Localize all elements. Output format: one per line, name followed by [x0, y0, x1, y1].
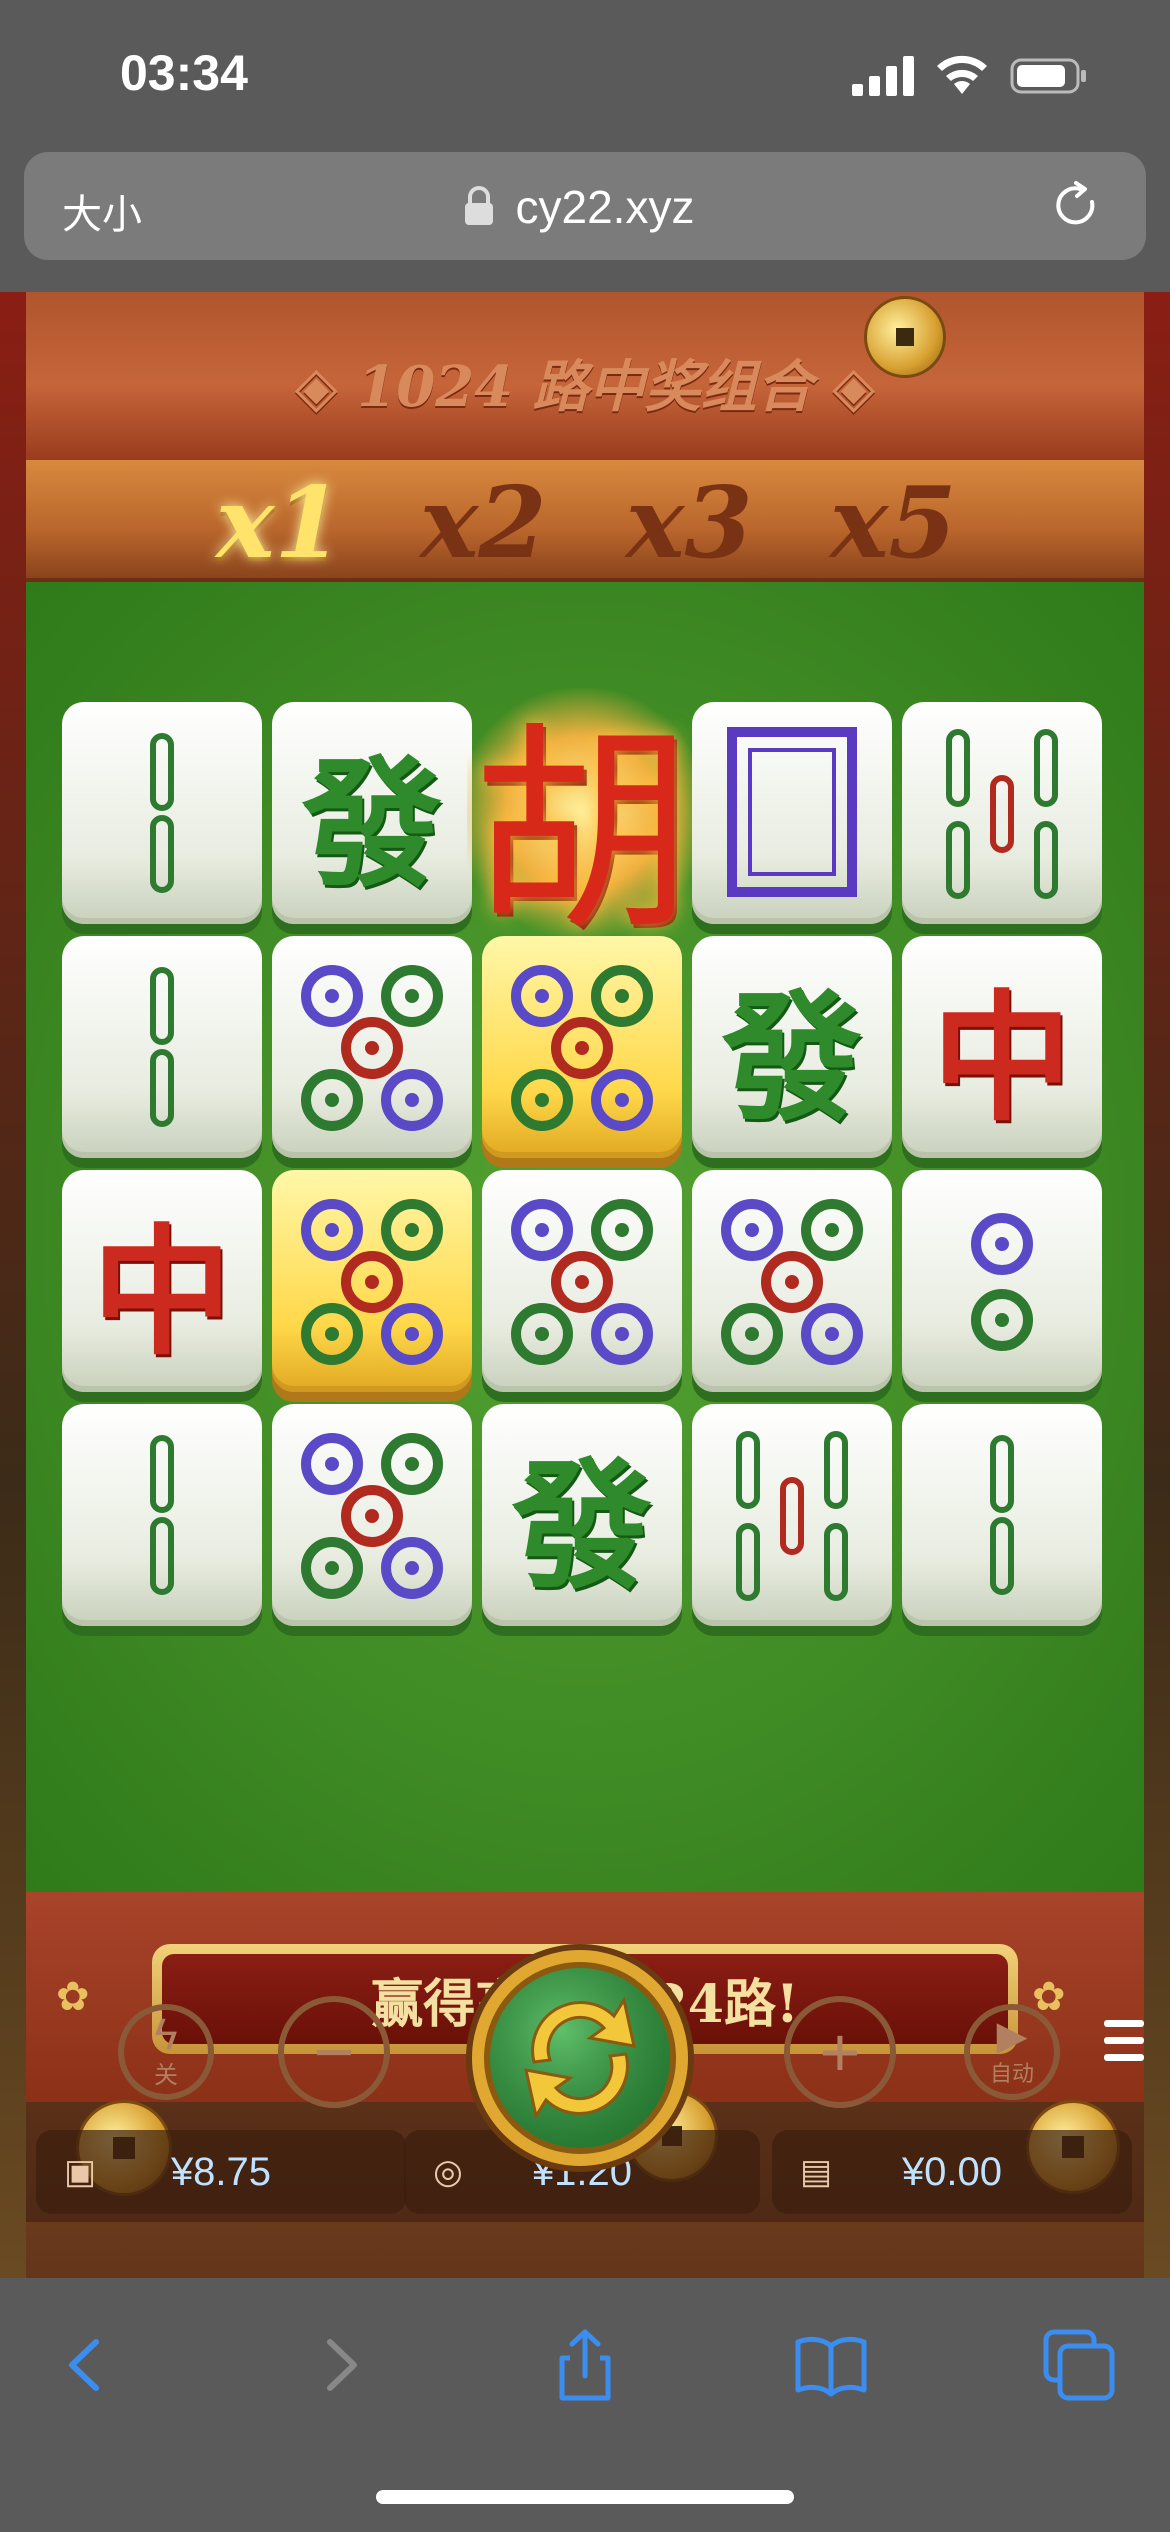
plus-icon: + — [819, 2013, 861, 2091]
ways-banner: ◈ 1024 路中奖组合 ◈ — [26, 292, 1144, 464]
autoplay-label: 自动 — [989, 2061, 1034, 2086]
tile-zhong: 中 — [62, 1170, 262, 1392]
right-border — [1144, 292, 1170, 2278]
tile-5-dots-gold — [482, 936, 682, 1158]
reload-icon[interactable] — [1050, 180, 1102, 232]
five-dots-icon — [301, 965, 443, 1131]
tile-5-dots — [272, 1404, 472, 1626]
battery-icon — [1010, 58, 1086, 94]
tile-fa: 發 — [272, 702, 472, 924]
fa-glyph: 發 — [721, 977, 862, 1141]
tile-2-bamboo — [62, 936, 262, 1158]
url-text[interactable]: cy22.xyz — [24, 180, 1146, 234]
url-label: cy22.xyz — [515, 181, 695, 233]
tile-zhong: 中 — [902, 936, 1102, 1158]
two-bamboo-icon — [990, 1435, 1014, 1595]
tile-2-dots — [902, 1170, 1102, 1392]
bookmarks-icon[interactable] — [794, 2328, 868, 2402]
back-icon[interactable] — [50, 2328, 124, 2402]
tile-2-bamboo — [62, 702, 262, 924]
share-icon[interactable] — [548, 2328, 622, 2402]
autoplay-button[interactable]: ▶ 自动 — [964, 2004, 1060, 2100]
gold-coin-icon — [864, 296, 946, 378]
play-icon: ▶ — [996, 2014, 1028, 2058]
home-indicator — [376, 2490, 794, 2504]
win-display: ▤ ¥0.00 — [772, 2130, 1132, 2214]
cellular-signal-icon — [852, 56, 914, 96]
tabs-icon[interactable] — [1042, 2328, 1116, 2402]
balance-value: ¥8.75 — [170, 2150, 272, 2194]
lightning-off-icon: ϟ — [154, 2009, 178, 2059]
minus-icon: − — [313, 2013, 355, 2091]
tile-2-bamboo — [62, 1404, 262, 1626]
five-dots-icon — [511, 1199, 653, 1365]
clock: 03:34 — [120, 45, 248, 101]
status-bar: 03:34 — [0, 0, 1170, 150]
tile-5-dots — [482, 1170, 682, 1392]
multiplier-x2: x2 — [420, 466, 547, 581]
banner-title: ◈ 1024 路中奖组合 ◈ — [294, 354, 876, 420]
address-bar[interactable]: 大小 cy22.xyz — [24, 152, 1146, 260]
five-dots-icon — [301, 1199, 443, 1365]
fa-glyph: 發 — [301, 743, 442, 907]
menu-icon[interactable] — [1104, 2012, 1144, 2072]
zhong-glyph: 中 — [91, 1211, 232, 1375]
wild-tile-hu: 胡 — [472, 709, 693, 955]
tile-2-bamboo — [902, 1404, 1102, 1626]
tile-fa: 發 — [692, 936, 892, 1158]
tile-white-dragon — [692, 702, 892, 924]
multiplier-x3: x3 — [626, 466, 753, 581]
win-value: ¥0.00 — [901, 2150, 1003, 2194]
turbo-button[interactable]: ϟ 关 — [118, 2004, 214, 2100]
five-bamboo-icon — [946, 729, 1058, 899]
game-board: ◈ 1024 路中奖组合 ◈ x1 x2 x3 x5 發胡發中中發 ✿ ✿ 赢得… — [26, 292, 1144, 2278]
turbo-label: 关 — [154, 2061, 178, 2089]
tile-5-dots-gold — [272, 1170, 472, 1392]
two-bamboo-icon — [150, 967, 174, 1127]
multiplier-x5: x5 — [830, 466, 957, 581]
reel-grid: 發胡發中中發 — [26, 582, 1144, 1892]
tile-5-bamboo — [692, 1404, 892, 1626]
tile-fa: 發 — [482, 1404, 682, 1626]
five-dots-icon — [721, 1199, 863, 1365]
fa-glyph: 發 — [511, 1445, 652, 1609]
spin-button[interactable] — [464, 1942, 696, 2174]
game-viewport[interactable]: ◈ 1024 路中奖组合 ◈ x1 x2 x3 x5 發胡發中中發 ✿ ✿ 赢得… — [0, 292, 1170, 2278]
tile-5-dots — [272, 936, 472, 1158]
decrease-bet-button[interactable]: − — [278, 1996, 390, 2108]
two-dots-icon — [971, 1213, 1033, 1351]
multiplier-bar: x1 x2 x3 x5 — [26, 460, 1144, 584]
zhong-glyph: 中 — [931, 977, 1072, 1141]
tile-5-dots — [692, 1170, 892, 1392]
balance-display: ▣ ¥8.75 — [36, 2130, 406, 2214]
two-bamboo-icon — [150, 733, 174, 893]
multiplier-x1: x1 — [216, 466, 343, 581]
five-dots-icon — [301, 1433, 443, 1599]
left-border — [0, 292, 26, 2278]
tile-5-bamboo — [902, 702, 1102, 924]
white-dragon-icon — [727, 727, 857, 897]
two-bamboo-icon — [150, 1435, 174, 1595]
increase-bet-button[interactable]: + — [784, 1996, 896, 2108]
control-panel — [26, 2222, 1144, 2278]
five-dots-icon — [511, 965, 653, 1131]
forward-icon[interactable] — [302, 2328, 376, 2402]
wifi-icon — [937, 55, 987, 94]
five-bamboo-icon — [736, 1431, 848, 1601]
